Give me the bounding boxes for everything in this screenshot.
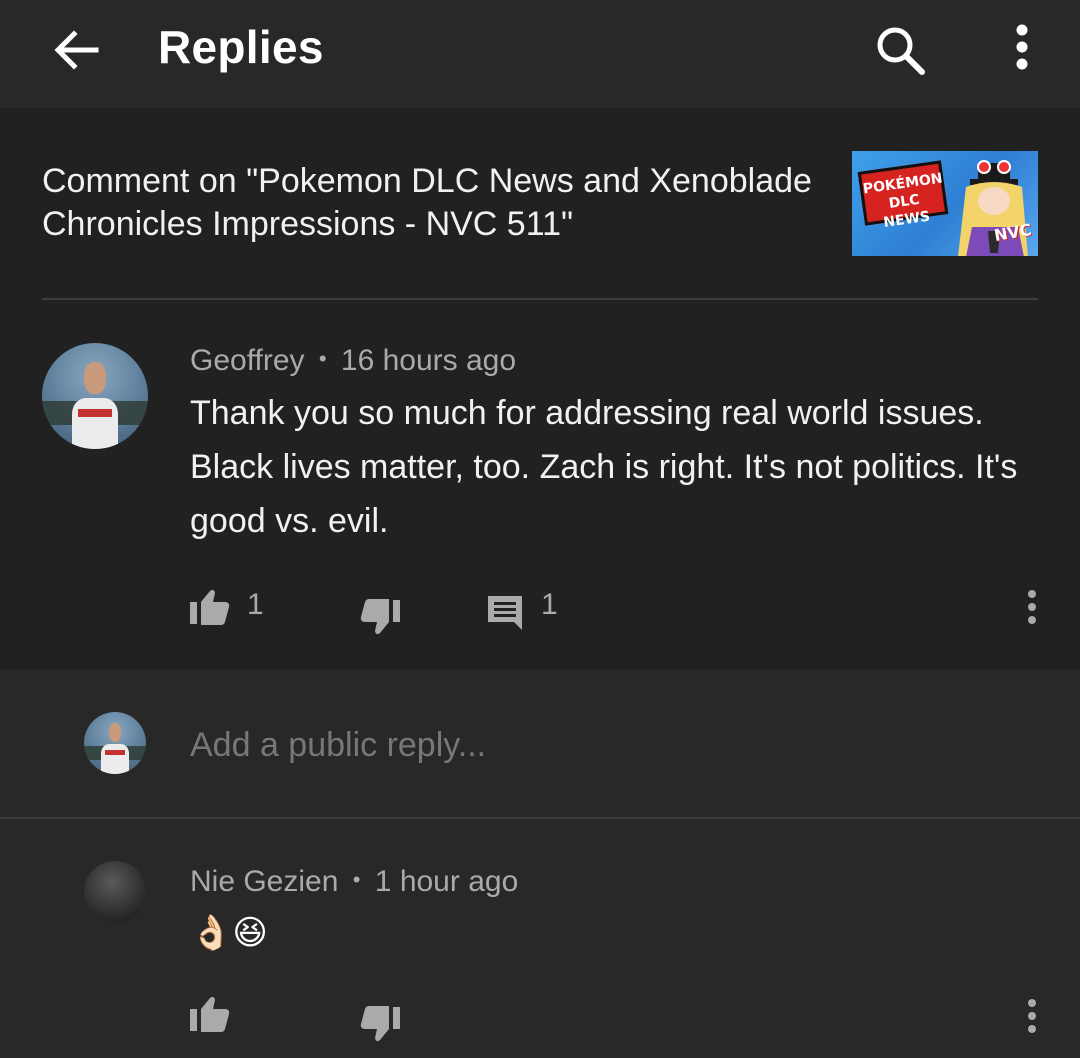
search-icon[interactable] xyxy=(868,18,932,82)
reply-text: 👌🏻😆 xyxy=(190,913,268,953)
avatar xyxy=(84,712,146,774)
page-title: Replies xyxy=(158,21,324,73)
comment-author[interactable]: Geoffrey xyxy=(190,344,305,377)
reply-count: 1 xyxy=(541,588,558,621)
more-vert-icon[interactable] xyxy=(992,18,1052,82)
reply-icon[interactable] xyxy=(484,592,526,634)
dislike-icon[interactable] xyxy=(358,1003,402,1043)
comment-more-icon[interactable] xyxy=(1016,586,1048,630)
like-count: 1 xyxy=(247,588,264,621)
comment-meta: Geoffrey • 16 hours ago xyxy=(190,344,516,378)
avatar[interactable] xyxy=(84,861,146,923)
ok-hand-emoji: 👌🏻 xyxy=(190,913,233,953)
reply-time: 1 hour ago xyxy=(374,865,519,898)
reply-input-area: Add a public reply... xyxy=(0,670,1080,817)
divider xyxy=(42,298,1038,300)
meta-separator: • xyxy=(352,867,361,892)
avatar[interactable] xyxy=(42,343,148,449)
like-icon[interactable] xyxy=(188,588,232,628)
reply-more-icon[interactable] xyxy=(1016,995,1048,1039)
comment-text: Thank you so much for addressing real wo… xyxy=(190,394,1018,540)
reply-item: Nie Gezien • 1 hour ago 👌🏻😆 xyxy=(0,819,1080,1058)
reply-meta: Nie Gezien • 1 hour ago xyxy=(190,865,518,899)
video-title[interactable]: Comment on "Pokemon DLC News and Xenobla… xyxy=(42,160,822,246)
dislike-icon[interactable] xyxy=(358,596,402,636)
app-bar: Replies xyxy=(0,0,1080,108)
meta-separator: • xyxy=(318,346,327,371)
reply-input[interactable]: Add a public reply... xyxy=(190,726,486,765)
video-thumbnail[interactable]: POKÉMON DLC NEWS NVC xyxy=(852,151,1038,256)
arrow-left-icon[interactable] xyxy=(44,18,108,82)
comment-context: Comment on "Pokemon DLC News and Xenobla… xyxy=(0,108,1080,670)
laughing-emoji: 😆 xyxy=(232,913,268,953)
thumbnail-badge: POKÉMON DLC NEWS xyxy=(857,160,949,231)
reply-author[interactable]: Nie Gezien xyxy=(190,865,338,898)
like-icon[interactable] xyxy=(188,995,232,1035)
comment-time: 16 hours ago xyxy=(340,344,517,377)
